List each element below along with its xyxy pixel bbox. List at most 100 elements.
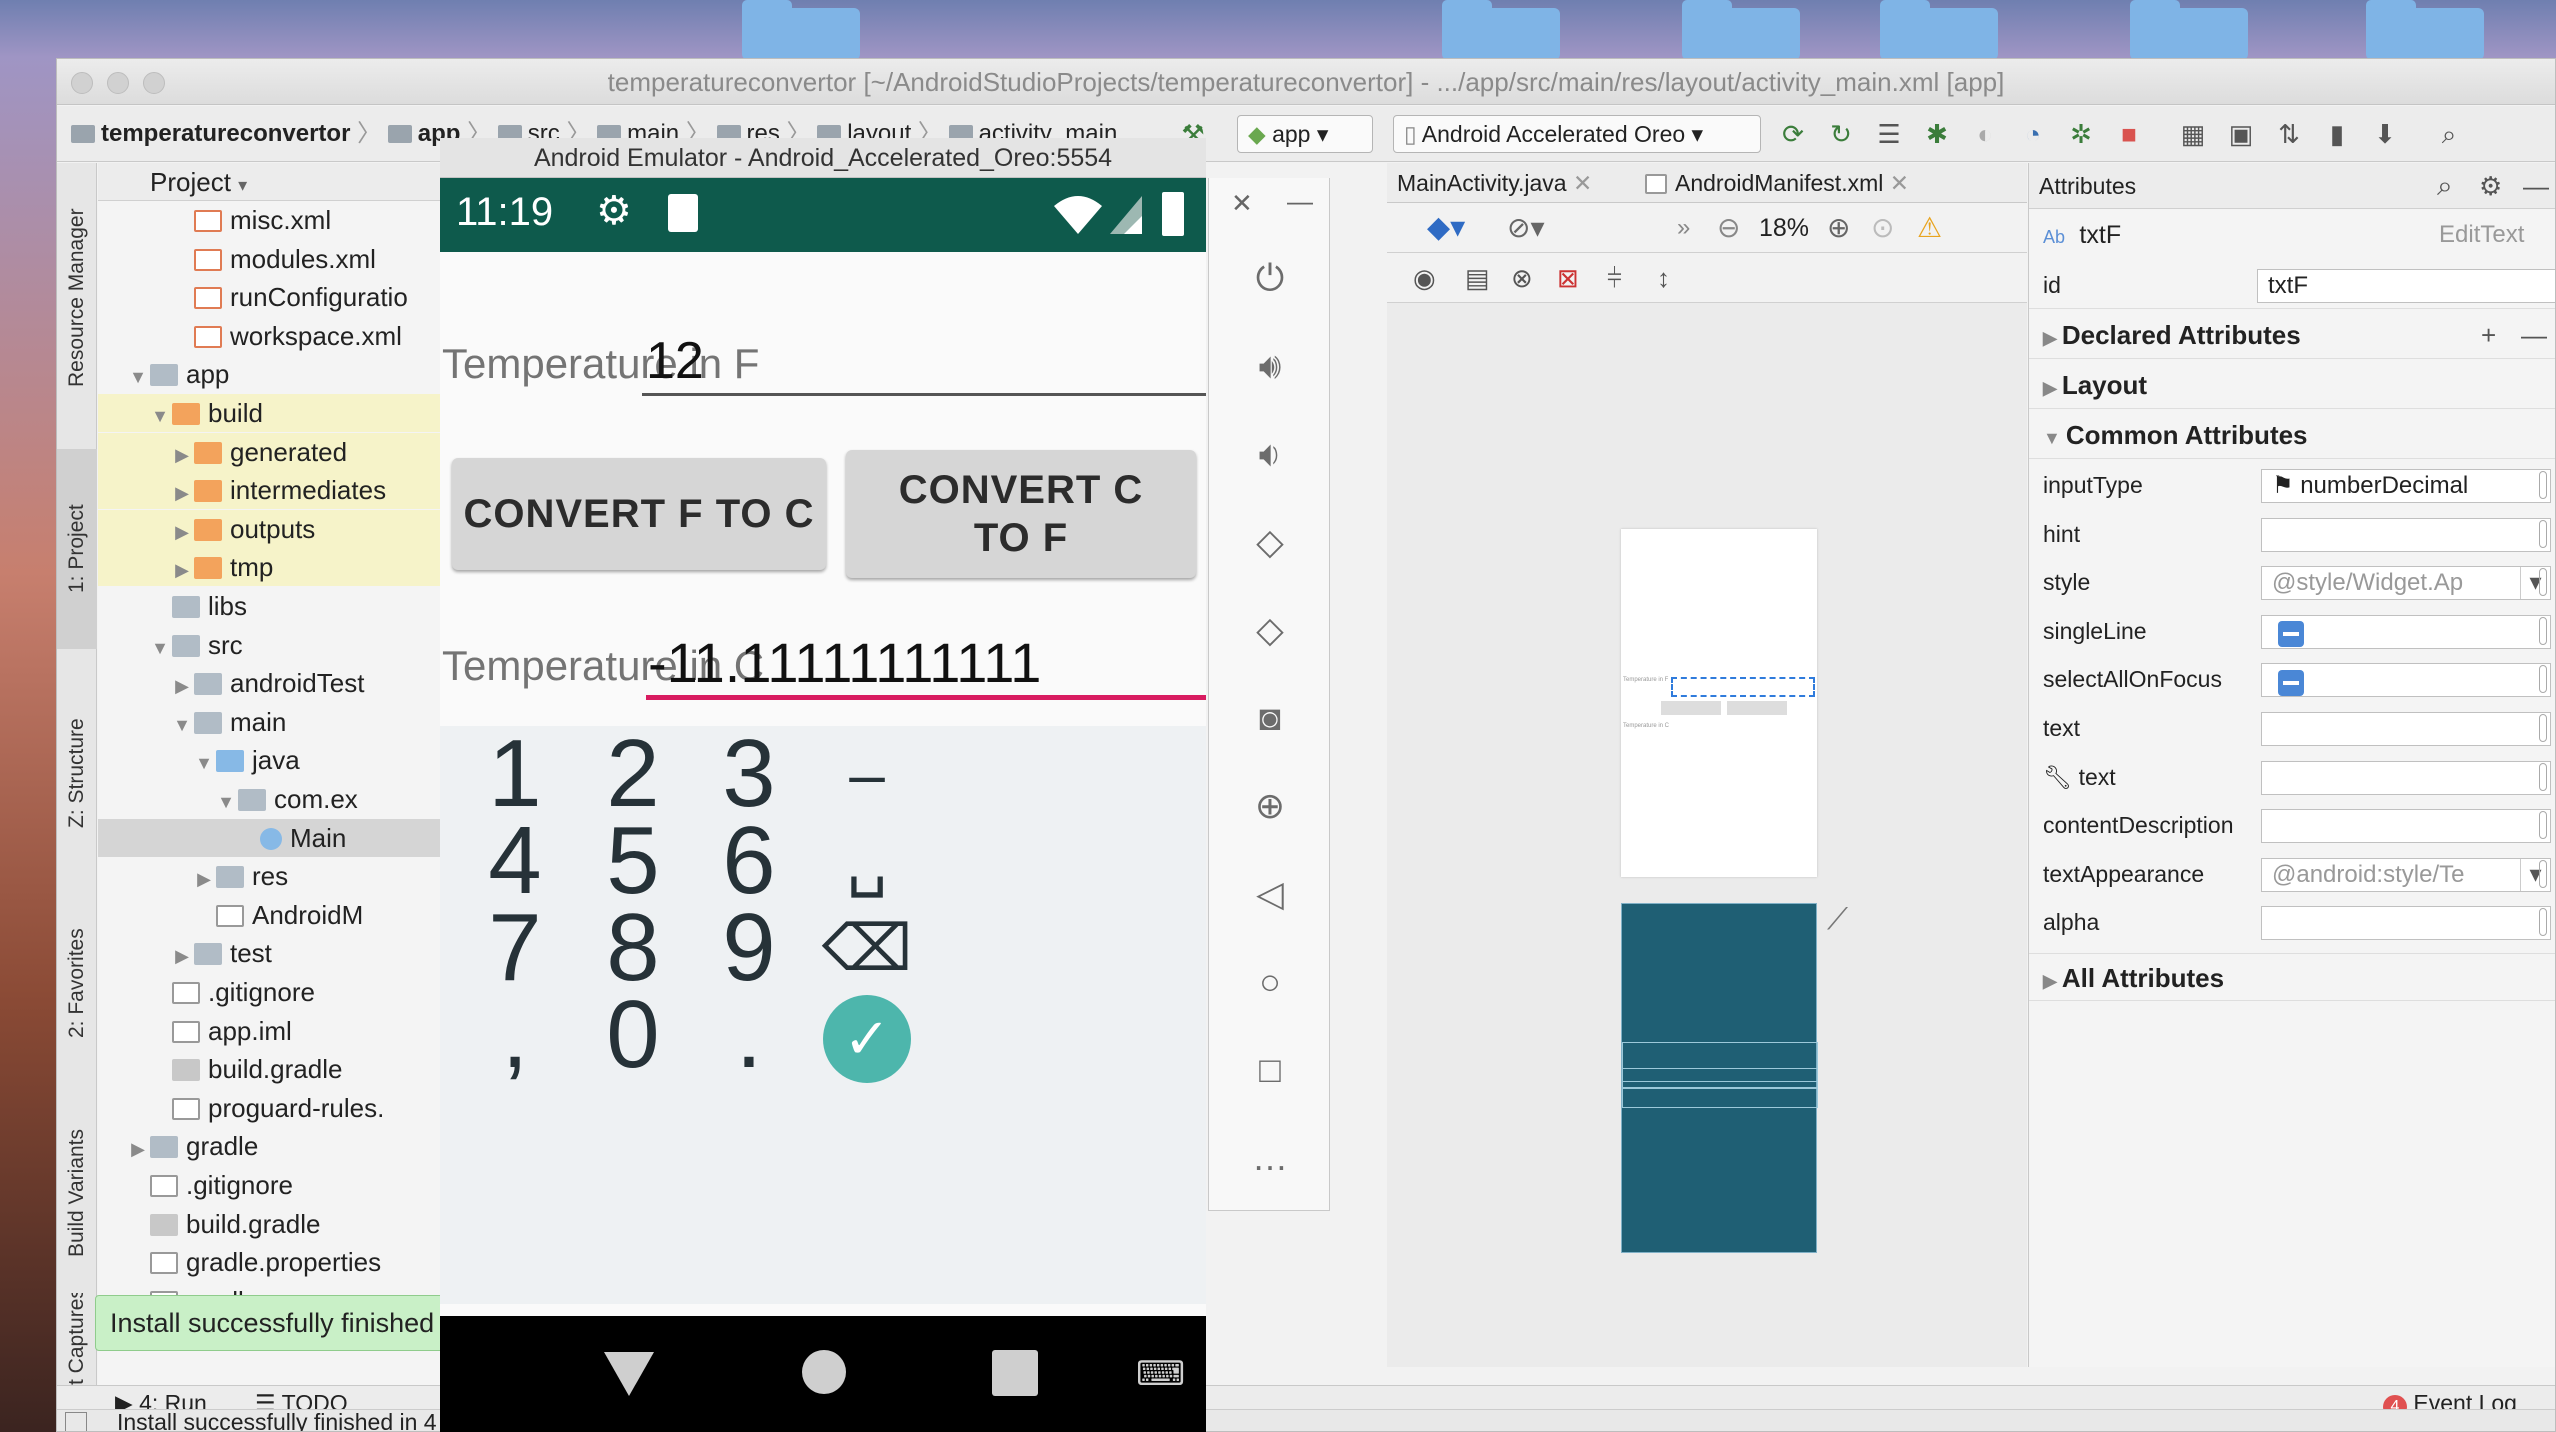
- tree-item[interactable]: .gitignore: [98, 1166, 497, 1204]
- resource-picker-icon[interactable]: [2539, 568, 2547, 597]
- resource-picker-icon[interactable]: [2539, 471, 2547, 499]
- attr-dropdown[interactable]: @android:style/Te ▾: [2261, 857, 2551, 892]
- tree-item[interactable]: ▼ src: [98, 626, 497, 667]
- desktop-folder-icon[interactable]: [1682, 0, 1800, 60]
- expand-arrow-icon[interactable]: ▶: [170, 436, 194, 474]
- desktop-folder-icon[interactable]: [2130, 0, 2248, 60]
- tab-resource-manager[interactable]: Resource Manager: [57, 173, 97, 423]
- tree-item[interactable]: ▶ test: [98, 934, 497, 972]
- list-icon[interactable]: ▤: [1465, 263, 1490, 294]
- emulator-screen[interactable]: 11:19 ⚙ Temperature in F 12 CONVERT F TO…: [440, 178, 1206, 1432]
- more-icon[interactable]: »: [1677, 203, 1690, 253]
- orientation-icon[interactable]: ⊘▾: [1507, 203, 1545, 253]
- tree-item[interactable]: Main: [98, 818, 497, 857]
- backspace-key[interactable]: ⌫: [792, 904, 942, 992]
- terminal-icon[interactable]: ▣: [2225, 118, 2257, 150]
- guidelines-icon[interactable]: ↕: [1657, 263, 1670, 294]
- profile-icon[interactable]: ◔: [2017, 118, 2049, 150]
- keyboard-switch-icon[interactable]: ⌨: [1136, 1354, 1185, 1394]
- resource-picker-icon[interactable]: [2539, 665, 2547, 694]
- expand-arrow-icon[interactable]: ▼: [148, 629, 172, 667]
- resource-picker-icon[interactable]: [2539, 714, 2547, 742]
- tree-item[interactable]: gradle.properties: [98, 1243, 497, 1281]
- install-toast[interactable]: Install successfully finished: [95, 1295, 499, 1351]
- stop-icon[interactable]: ■: [2113, 118, 2145, 150]
- coverage-icon[interactable]: ◐: [1969, 118, 2001, 150]
- tree-item[interactable]: build.gradle: [98, 1050, 497, 1088]
- resource-picker-icon[interactable]: [2539, 859, 2547, 888]
- desktop-folder-icon[interactable]: [1442, 0, 1560, 60]
- tree-item[interactable]: ▼ com.ex: [98, 780, 497, 818]
- resource-picker-icon[interactable]: [2539, 762, 2547, 791]
- tree-item[interactable]: ▶ androidTest: [98, 664, 497, 702]
- remove-attribute-icon[interactable]: —: [2521, 311, 2547, 359]
- section-common-attributes[interactable]: ▼ Common Attributes: [2029, 411, 2555, 459]
- sdk-manager-icon[interactable]: ⬇: [2369, 118, 2401, 150]
- attr-dropdown[interactable]: @style/Widget.Ap ▾: [2261, 566, 2551, 601]
- tree-item[interactable]: ▶ generated: [98, 432, 497, 474]
- breadcrumb-item[interactable]: temperatureconvertor: [101, 120, 350, 147]
- tree-item[interactable]: proguard-rules.: [98, 1089, 497, 1127]
- tab-android-manifest[interactable]: AndroidManifest.xml ✕: [1645, 163, 1945, 203]
- attr-text-field[interactable]: [2261, 906, 2551, 941]
- desktop-folder-icon[interactable]: [2366, 0, 2484, 60]
- device-selector[interactable]: ▯ Android Accelerated Oreo ▾: [1393, 115, 1761, 153]
- tree-item[interactable]: ▶ tmp: [98, 548, 497, 589]
- zoom-in-icon[interactable]: ⊕: [1827, 203, 1850, 253]
- convert-c-to-f-button[interactable]: CONVERT C TO F: [846, 450, 1196, 578]
- tab-project[interactable]: 1: Project: [57, 449, 97, 649]
- tree-item[interactable]: ▼ app: [98, 355, 497, 396]
- resource-picker-icon[interactable]: [2539, 908, 2547, 937]
- expand-arrow-icon[interactable]: ▶: [170, 474, 194, 512]
- selected-edittext-outline[interactable]: [1671, 677, 1815, 697]
- tree-item[interactable]: app.iml: [98, 1012, 497, 1050]
- hide-panel-icon[interactable]: —: [2523, 163, 2549, 209]
- volume-down-icon[interactable]: 🔉︎: [1209, 424, 1331, 484]
- desktop-folder-icon[interactable]: [1880, 0, 1998, 60]
- resource-picker-icon[interactable]: [2539, 616, 2547, 645]
- resource-picker-icon[interactable]: [2539, 811, 2547, 840]
- attr-flag-field[interactable]: ⚑ numberDecimal: [2261, 469, 2551, 503]
- power-icon[interactable]: ⏻: [1209, 248, 1331, 308]
- status-toggle-icon[interactable]: [65, 1412, 87, 1431]
- tree-item[interactable]: AndroidM: [98, 896, 497, 934]
- space-key[interactable]: ␣: [792, 817, 942, 905]
- tree-item[interactable]: libs: [98, 587, 497, 625]
- design-preview[interactable]: Temperature in F Temperature in C: [1621, 529, 1817, 877]
- layers-icon[interactable]: ◆▾: [1427, 203, 1465, 253]
- tree-item[interactable]: ▶ res: [98, 857, 497, 895]
- expand-arrow-icon[interactable]: ▶: [126, 1130, 150, 1168]
- clear-constraints-icon[interactable]: ⊠: [1557, 263, 1579, 294]
- zoom-fit-icon[interactable]: ⊙: [1871, 203, 1894, 253]
- tree-item[interactable]: ▶ gradle: [98, 1127, 497, 1168]
- minimize-window-button[interactable]: [107, 72, 129, 94]
- expand-arrow-icon[interactable]: ▶: [170, 513, 194, 551]
- rotate-right-icon[interactable]: ◇: [1209, 600, 1331, 660]
- expand-arrow-icon[interactable]: ▼: [148, 397, 172, 435]
- rotate-left-icon[interactable]: ◇: [1209, 512, 1331, 572]
- close-window-button[interactable]: [71, 72, 93, 94]
- zoom-window-button[interactable]: [143, 72, 165, 94]
- tree-item[interactable]: modules.xml: [98, 240, 497, 278]
- attr-checkbox[interactable]: [2261, 614, 2551, 649]
- tree-item[interactable]: misc.xml: [98, 201, 497, 239]
- tree-item[interactable]: ▶ intermediates: [98, 471, 497, 512]
- home-icon[interactable]: ○: [1209, 952, 1331, 1012]
- resource-picker-icon[interactable]: [2539, 519, 2547, 548]
- tree-item[interactable]: ▼ java: [98, 741, 497, 779]
- screenshot-icon[interactable]: ◙: [1209, 688, 1331, 748]
- run-list-icon[interactable]: ☰: [1873, 118, 1905, 150]
- expand-arrow-icon[interactable]: ▶: [170, 551, 194, 589]
- project-structure-icon[interactable]: ▦: [2177, 118, 2209, 150]
- done-key[interactable]: ✓: [792, 991, 942, 1083]
- module-selector[interactable]: ◆ app ▾: [1237, 115, 1373, 153]
- tree-item[interactable]: .gitignore: [98, 973, 497, 1011]
- zoom-icon[interactable]: ⊕: [1209, 776, 1331, 836]
- tree-item[interactable]: ▶ outputs: [98, 509, 497, 551]
- attach-debugger-icon[interactable]: ✲: [2065, 118, 2097, 150]
- close-emulator-icon[interactable]: ✕: [1231, 188, 1253, 219]
- attr-checkbox[interactable]: [2261, 663, 2551, 698]
- expand-arrow-icon[interactable]: ▼: [126, 358, 150, 396]
- blueprint-preview[interactable]: [1621, 903, 1818, 1253]
- tab-build-variants[interactable]: Build Variants: [57, 1093, 97, 1293]
